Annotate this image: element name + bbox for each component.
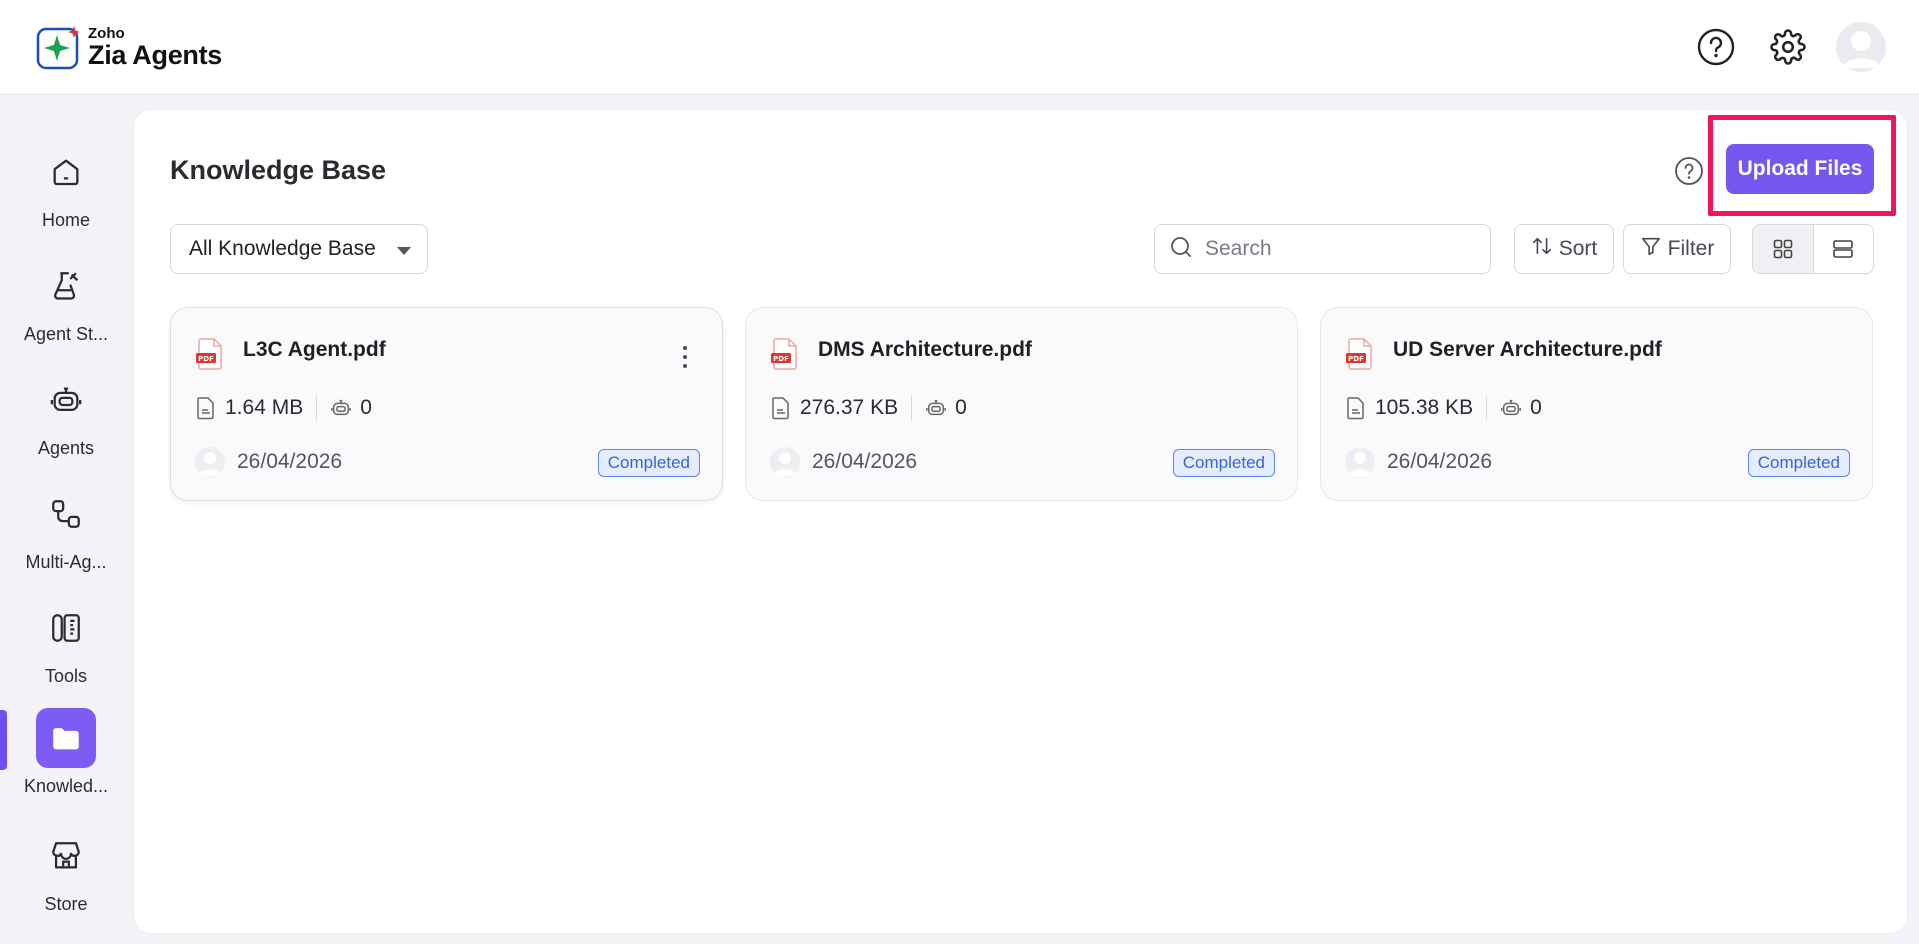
file-date: 26/04/2026 [237,450,343,473]
product-name: Zia Agents [88,39,223,70]
file-card[interactable]: PDF DMS Architecture.pdf 276.37 KB 0 26/… [745,307,1298,501]
home-icon [36,142,96,202]
sidebar-item-label: Tools [44,666,88,686]
pdf-file-icon: PDF [1345,338,1375,370]
file-size: 276.37 KB [800,396,899,419]
main-panel: Knowledge Base Upload Files All Knowledg… [133,109,1908,934]
pdf-file-icon: PDF [770,338,800,370]
agent-studio-icon [36,256,96,316]
sidebar-item-label: Store [44,894,88,914]
file-meta: 276.37 KB 0 [770,396,967,420]
filter-label: Filter [1667,237,1715,260]
file-name[interactable]: DMS Architecture.pdf [818,338,1032,362]
sidebar-item-label: Home [41,210,90,230]
uploader-avatar [195,447,225,477]
file-footer: 26/04/2026 [1345,447,1492,477]
file-date: 26/04/2026 [1387,450,1493,473]
store-icon [36,826,96,886]
knowledge-base-select[interactable]: All Knowledge Base [170,224,428,274]
robot-icon [330,396,352,420]
status-badge: Completed [597,449,700,477]
agent-count: 0 [360,396,372,419]
sidebar-item-tools[interactable]: Tools [0,598,132,698]
brand-name: Zoho [88,24,125,42]
document-icon [770,396,792,420]
sidebar-item-label: Knowled... [23,776,109,796]
more-options-icon[interactable] [678,346,692,368]
uploader-avatar [770,447,800,477]
file-name[interactable]: L3C Agent.pdf [243,338,386,362]
sidebar-item-label: Multi-Ag... [25,552,107,572]
file-size: 105.38 KB [1375,396,1474,419]
agent-count: 0 [955,396,967,419]
robot-icon [925,396,947,420]
uploader-avatar [1345,447,1375,477]
file-footer: 26/04/2026 [770,447,917,477]
highlight-box [1708,115,1896,216]
file-meta: 1.64 MB 0 [195,396,372,420]
view-toggle [1752,224,1874,274]
document-icon [1345,396,1367,420]
agent-count: 0 [1530,396,1542,419]
tools-icon [36,598,96,658]
sidebar-item-home[interactable]: Home [0,142,132,242]
file-card[interactable]: PDF L3C Agent.pdf 1.64 MB 0 26/04/2026 C… [170,307,723,501]
sort-icon [1531,235,1553,263]
filter-icon [1640,235,1662,263]
sidebar-item-multi-agent[interactable]: Multi-Ag... [0,484,132,584]
sidebar: Home Agent St... Agents Multi-Ag... Tool… [0,96,132,944]
help-circle-icon[interactable] [1674,156,1704,186]
robot-icon [36,370,96,430]
top-bar: Zoho Zia Agents [0,0,1919,95]
grid-view-icon[interactable] [1753,225,1814,273]
gear-icon[interactable] [1767,26,1809,68]
workflow-icon [36,484,96,544]
file-meta: 105.38 KB 0 [1345,396,1542,420]
document-icon [195,396,217,420]
search-icon [1169,235,1193,264]
file-name[interactable]: UD Server Architecture.pdf [1393,338,1662,362]
file-size: 1.64 MB [225,396,304,419]
sort-button[interactable]: Sort [1514,224,1614,274]
file-footer: 26/04/2026 [195,447,342,477]
list-view-icon[interactable] [1814,225,1874,273]
sidebar-item-label: Agents [37,438,95,458]
status-badge: Completed [1747,449,1850,477]
folder-icon [36,708,96,768]
file-date: 26/04/2026 [812,450,918,473]
search-input[interactable] [1205,237,1465,261]
svg-text:PDF: PDF [1348,355,1364,363]
caret-down-icon [397,247,411,255]
svg-text:PDF: PDF [773,355,789,363]
sidebar-item-knowledge[interactable]: Knowled... [0,708,132,808]
zia-logo-icon [36,24,82,70]
help-circle-icon[interactable] [1695,26,1737,68]
sort-label: Sort [1558,237,1598,260]
sidebar-item-store[interactable]: Store [0,826,132,926]
sidebar-item-label: Agent St... [23,324,109,344]
user-avatar[interactable] [1836,22,1886,72]
sidebar-item-agent-studio[interactable]: Agent St... [0,256,132,356]
svg-text:PDF: PDF [198,355,214,363]
search-box[interactable] [1154,224,1491,274]
filter-button[interactable]: Filter [1623,224,1731,274]
app-logo[interactable]: Zoho Zia Agents [36,24,222,70]
file-card[interactable]: PDF UD Server Architecture.pdf 105.38 KB… [1320,307,1873,501]
sidebar-item-agents[interactable]: Agents [0,370,132,470]
robot-icon [1500,396,1522,420]
select-value: All Knowledge Base [189,237,376,260]
status-badge: Completed [1172,449,1275,477]
pdf-file-icon: PDF [195,338,225,370]
page-title: Knowledge Base [170,155,387,185]
